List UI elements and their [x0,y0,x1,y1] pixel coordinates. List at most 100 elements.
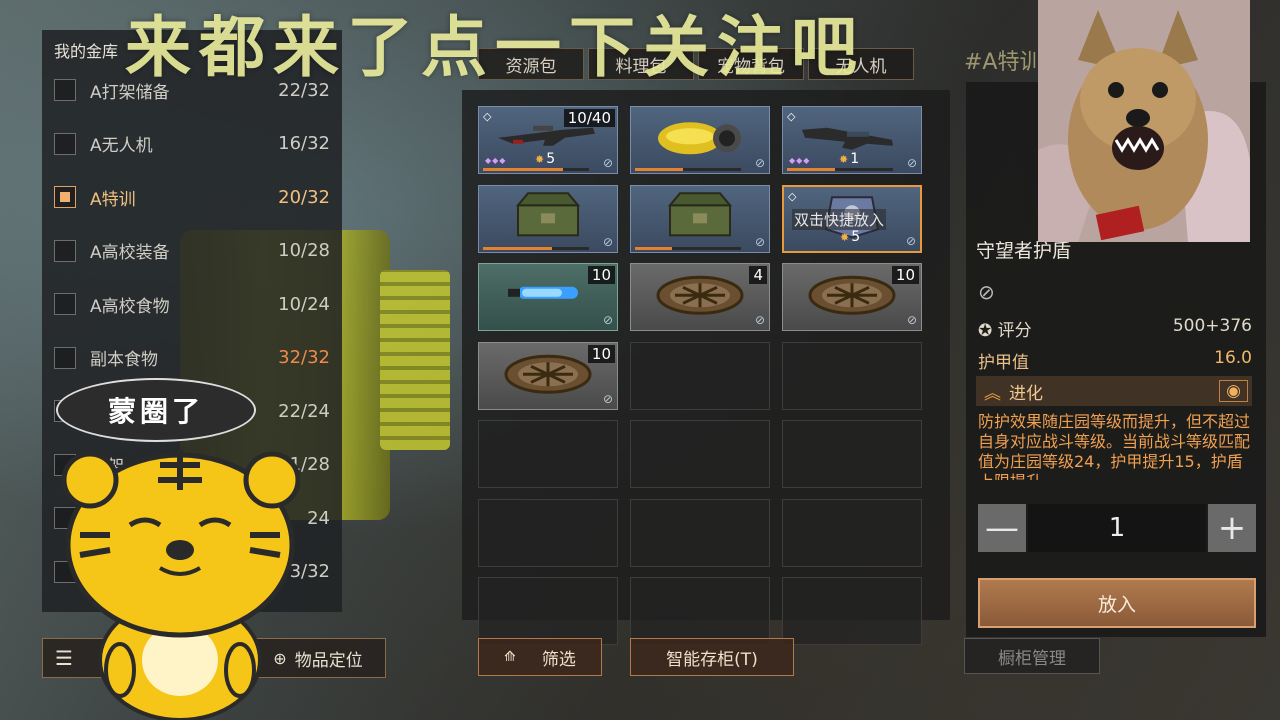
empty-slot[interactable] [782,498,922,567]
partial-overlay-text: #A特训 [964,50,1042,75]
vault-checkbox[interactable] [54,79,76,101]
empty-slot[interactable] [478,420,618,488]
bound-icon: ⊘ [906,156,917,170]
vault-checkbox[interactable] [54,346,76,369]
vault-row[interactable]: A特训 20/32 [42,177,342,217]
empty-slot[interactable] [478,577,618,645]
vault-row[interactable]: A无人机 16/32 [42,124,342,164]
slot-count: 10 [891,266,919,284]
bound-icon: ⊘ [754,156,765,170]
bound-icon: ⊘ [754,234,765,249]
crate-icon [655,189,745,243]
rating-value: 500+376 [1172,316,1252,336]
trap-icon [493,346,603,400]
place-button[interactable]: 放入 [978,578,1256,628]
inventory-slot-trap[interactable]: 4 ⊘ [630,263,770,331]
increase-button[interactable]: + [1208,504,1256,552]
rating-icon: ✪ [978,321,998,341]
evolve-row[interactable]: ︽ 进化 ◉ [976,376,1252,406]
webcam-overlay [1038,0,1250,242]
inventory-slot-rifle[interactable]: ◇ 10/40 ◆◆◆ 5 ⊘ [478,106,618,174]
inventory-slot-rifle2[interactable]: ◇ ◆◆◆ 1 ⊘ [782,106,922,174]
inventory-slot-crate[interactable]: ⊘ [630,184,770,253]
durability-bar [635,246,741,250]
inventory-slot-capsule[interactable]: 10 ⊘ [478,263,618,331]
vault-name: A无人机 [90,136,153,156]
empty-slot[interactable] [782,341,922,410]
filter-button[interactable]: ⟰ 筛选 [478,638,602,676]
decrease-button[interactable]: — [978,504,1026,552]
vault-row[interactable]: A高校装备 10/28 [42,231,342,271]
inventory-slot-trap[interactable]: 10 ⊘ [478,341,618,410]
empty-slot[interactable] [782,420,922,488]
vault-checkbox[interactable] [54,239,76,262]
durability-bar [483,246,589,250]
vault-name: A高校装备 [90,243,170,263]
vault-row[interactable]: A高校食物 10/24 [42,284,342,324]
slot-count: 10 [587,266,615,284]
vault-name: A高校食物 [90,296,170,317]
tab-label: 料理包 [615,56,667,77]
quantity-value[interactable]: 1 [1028,504,1206,552]
vault-count: 10/28 [278,240,330,261]
vault-row[interactable]: A打架储备 22/32 [42,70,342,110]
vault-name: A打架储备 [90,82,170,103]
capsule-icon [498,273,598,317]
empty-slot[interactable] [630,420,770,488]
tab-drone[interactable]: 无人机 [808,48,914,80]
vault-name: A特训 [90,189,136,210]
tab-food-pack[interactable]: 料理包 [588,48,694,80]
inventory-slot-trap[interactable]: 10 ⊘ [782,263,922,331]
vault-count: 20/32 [278,186,330,208]
inventory-slot-jetpack[interactable]: ⊘ [630,106,770,174]
vault-count: 24 [307,507,330,529]
rarity-stars: ◆◆◆ [485,156,507,165]
item-description: 防护效果随庄园等级而提升，但不超过自身对应战斗等级。当前战斗等级匹配值为庄园等级… [978,412,1251,480]
bound-icon: ⊘ [602,234,613,249]
bind-status-icon: ⊘ [978,280,995,304]
rarity-stars: ◆◆◆ [789,156,811,165]
empty-slot[interactable] [782,577,922,645]
durability-bar [787,168,893,171]
smart-store-label: 智能存柜(T) [666,649,758,670]
filter-icon: ⟰ [504,649,516,665]
inventory-grid: ◇10/40◆◆◆5⊘⊘◇◆◆◆1⊘⊘⊘◇5⊘双击快捷放入10⊘4⊘10⊘10⊘ [462,90,950,645]
chevron-up-icon: ︽ [984,383,1001,404]
vault-checkbox[interactable] [54,132,76,155]
vault-checkbox[interactable] [54,293,76,315]
tab-pet-bag[interactable]: 宠物背包 [698,48,804,80]
diamond-icon: ◇ [788,189,797,203]
durability-fill [635,168,683,171]
inventory-slot-crate[interactable]: ⊘ [478,184,618,253]
slot-tooltip: 双击快捷放入 [792,208,887,230]
vault-title: 我的金库 [54,42,119,61]
tiger-mascot: 蒙圈了 [50,370,300,720]
item-locate-label: 物品定位 [294,650,363,671]
jetpack-icon [645,110,755,164]
tab-label: 无人机 [835,56,887,77]
empty-slot[interactable] [630,341,770,410]
empty-slot[interactable] [478,498,618,567]
empty-slot[interactable] [630,577,770,645]
diamond-icon: ◇ [483,110,492,123]
vault-checkbox[interactable] [54,186,76,208]
trap-icon [797,267,907,321]
durability-fill [635,246,673,250]
tab-resource-pack[interactable]: 资源包 [478,48,584,80]
quantity-stepper: — 1 + [978,504,1256,552]
cabinet-manage-button[interactable]: 橱柜管理 [964,638,1100,674]
eye-icon[interactable]: ◉ [1219,380,1248,402]
crate-icon [503,189,593,243]
rating-row: ✪ 评分 500+376 [978,316,1252,341]
vault-count: 22/32 [278,79,330,101]
durability-fill [483,168,563,171]
rating-label: 评分 [997,321,1032,341]
smart-store-button[interactable]: 智能存柜(T) [630,638,794,676]
inventory-slot-armor[interactable]: ◇ 5 ⊘ 双击快捷放入 [782,184,922,253]
bound-icon: ⊘ [906,313,917,327]
bound-icon: ⊘ [754,313,765,327]
empty-slot[interactable] [630,498,770,567]
item-level: 5 [535,151,555,167]
vault-count: 32/32 [278,347,330,368]
filter-label: 筛选 [541,649,576,670]
